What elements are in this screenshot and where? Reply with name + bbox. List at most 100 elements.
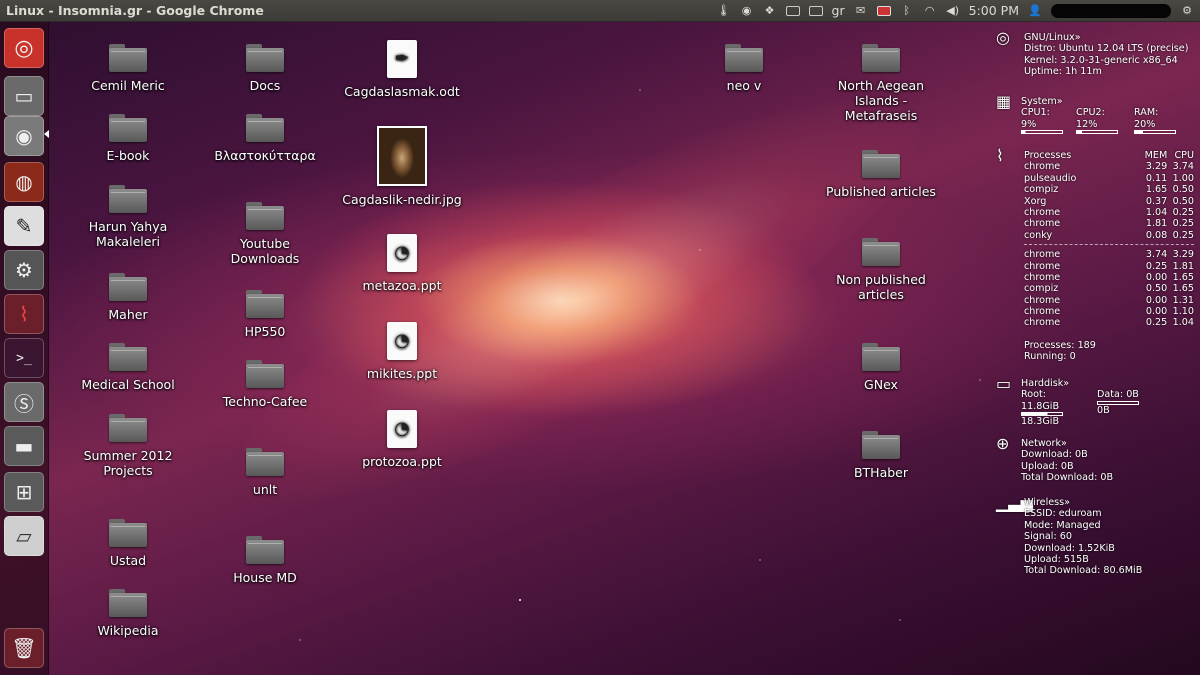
- settings-launcher-button[interactable]: ⚙: [4, 250, 44, 290]
- folder-icon: [862, 44, 900, 72]
- desktop-file-cagdaslik-nedir-jpg[interactable]: Cagdaslik-nedir.jpg: [342, 126, 462, 207]
- process-row: chrome 0.00 1.10: [1024, 306, 1194, 317]
- trash-launcher-button[interactable]: 🗑: [4, 628, 44, 668]
- ram-bar: [1134, 130, 1176, 135]
- gear-icon[interactable]: ⚙: [1180, 4, 1194, 17]
- folder-label: Βλαστοκύτταρα: [214, 148, 316, 163]
- chrome-icon: ◉: [15, 124, 33, 148]
- folder-icon: [109, 185, 147, 213]
- desktop-folder-maher[interactable]: Maher: [68, 273, 188, 322]
- volume-icon[interactable]: ◀): [946, 4, 960, 17]
- os-distro: Distro: Ubuntu 12.04 LTS (precise): [1024, 43, 1189, 55]
- dropbox-icon[interactable]: ❖: [763, 4, 777, 17]
- folder-label: Docs: [249, 78, 281, 93]
- wireless-signal: Signal: 60: [1024, 531, 1072, 543]
- desktop-file-cagdaslasmak-odt[interactable]: ✒ Cagdaslasmak.odt: [342, 40, 462, 99]
- process-mem: 1.04: [1145, 206, 1168, 218]
- terminal-launcher-button[interactable]: >_: [4, 338, 44, 378]
- bluetooth-icon[interactable]: ᛒ: [900, 4, 914, 17]
- desktop-file-metazoa-ppt[interactable]: ◔ metazoa.ppt: [342, 234, 462, 293]
- network-total: Total Download: 0B: [1021, 472, 1114, 484]
- desktop-folder-ustad[interactable]: Ustad: [68, 519, 188, 568]
- desktop-file-mikites-ppt[interactable]: ◔ mikites.ppt: [342, 322, 462, 381]
- drive-launcher-button[interactable]: ▱: [4, 516, 44, 556]
- process-row: chrome 0.00 1.65: [1024, 272, 1194, 283]
- desktop-folder-neo-v[interactable]: neo v: [684, 44, 804, 93]
- process-row: chrome 3.29 3.74: [1024, 161, 1194, 172]
- wifi-icon[interactable]: ◠: [923, 4, 937, 17]
- redacted-username[interactable]: [1051, 3, 1171, 18]
- network-manager-icon[interactable]: ◉: [740, 4, 754, 17]
- keyboard-layout-indicator[interactable]: gr: [832, 3, 845, 18]
- process-row: chrome 1.81 0.25: [1024, 218, 1194, 229]
- process-name: conky: [1024, 229, 1053, 241]
- wireless-download: Download: 1.52KiB: [1024, 542, 1115, 554]
- desktop-folder-published-articles[interactable]: Published articles: [821, 150, 941, 199]
- desktop-folder-e-book[interactable]: E-book: [68, 114, 188, 163]
- desktop-folder-cemil-meric[interactable]: Cemil Meric: [68, 44, 188, 93]
- active-app-indicator: [44, 130, 49, 138]
- process-cpu: 3.74: [1172, 161, 1194, 173]
- drive-icon[interactable]: [785, 5, 800, 17]
- desktop-folder-bthaber[interactable]: BTHaber: [821, 431, 941, 480]
- process-mem: 0.50: [1145, 283, 1168, 295]
- user-icon[interactable]: 👤: [1028, 4, 1042, 17]
- desktop-folder-north-aegean[interactable]: North Aegean Islands - Metafraseis: [821, 44, 941, 123]
- process-list-by-mem: chrome 3.29 3.74 pulseaudio 0.11 1.00 compiz 1.…: [1024, 161, 1194, 241]
- workspaces-launcher-button[interactable]: ⊞: [4, 472, 44, 512]
- folder-icon: [862, 238, 900, 266]
- desktop-folder-house-md[interactable]: House MD: [205, 536, 325, 585]
- root-label: Root: 11.8GiB: [1021, 389, 1060, 412]
- folder-label: Harun Yahya Makaleleri: [88, 219, 168, 249]
- disk-launcher-button[interactable]: ▬: [4, 426, 44, 466]
- folder-icon: [862, 150, 900, 178]
- mail-icon[interactable]: ✉: [854, 4, 868, 17]
- desktop-folder-youtube-downloads[interactable]: Youtube Downloads: [205, 202, 325, 266]
- firefox-launcher-button[interactable]: ◍: [4, 162, 44, 202]
- harddisk-title: Harddisk»: [1021, 378, 1070, 389]
- desktop-file-protozoa-ppt[interactable]: ◔ protozoa.ppt: [342, 410, 462, 469]
- os-kernel: Kernel: 3.2.0-31-generic x86_64: [1024, 54, 1178, 66]
- process-cpu: 0.25: [1172, 218, 1194, 230]
- desktop-folder-techno-cafee[interactable]: Techno-Cafee: [205, 360, 325, 409]
- os-title: GNU/Linux»: [1024, 32, 1081, 43]
- process-mem: 3.74: [1145, 249, 1168, 261]
- process-mem: 0.00: [1145, 271, 1168, 283]
- battery-icon[interactable]: [876, 5, 891, 17]
- ram-label: RAM: 20%: [1134, 107, 1159, 130]
- desktop-folder-summer-2012[interactable]: Summer 2012 Projects: [68, 414, 188, 478]
- desktop-folder-wikipedia[interactable]: Wikipedia: [68, 589, 188, 638]
- keyboard-icon[interactable]: [808, 5, 823, 17]
- ubuntu-logo-icon: ◎: [996, 28, 1010, 47]
- skype-launcher-button[interactable]: Ⓢ: [4, 382, 44, 422]
- desktop-folder-docs[interactable]: Docs: [205, 44, 325, 93]
- desktop-folder-gnex[interactable]: GNex: [821, 343, 941, 392]
- process-row: pulseaudio 0.11 1.00: [1024, 173, 1194, 184]
- clock[interactable]: 5:00 PM: [969, 3, 1019, 18]
- folder-icon: [109, 114, 147, 142]
- text-editor-launcher-button[interactable]: ✎: [4, 206, 44, 246]
- desktop-folder-non-published-articles[interactable]: Non published articles: [821, 238, 941, 302]
- process-row: compiz 1.65 0.50: [1024, 184, 1194, 195]
- folder-icon: [246, 448, 284, 476]
- chrome-launcher-button[interactable]: ◉: [4, 116, 44, 156]
- files-launcher-button[interactable]: ▭: [4, 76, 44, 116]
- desktop-folder-medical-school[interactable]: Medical School: [68, 343, 188, 392]
- desktop-folder-hp550[interactable]: HP550: [205, 290, 325, 339]
- data-total: 0B: [1097, 404, 1110, 416]
- process-name: chrome: [1024, 206, 1061, 218]
- dash-home-button[interactable]: ◎: [4, 28, 44, 68]
- system-monitor-launcher-button[interactable]: ⌇: [4, 294, 44, 334]
- gear-icon: ⚙: [15, 258, 33, 282]
- folder-label: Non published articles: [836, 272, 926, 302]
- thermometer-icon[interactable]: 🌡: [717, 4, 731, 17]
- desktop-folder-vlastokyttara[interactable]: Βλαστοκύτταρα: [205, 114, 325, 163]
- firefox-icon: ◍: [15, 170, 33, 194]
- desktop-folder-harun-yahya[interactable]: Harun Yahya Makaleleri: [68, 185, 188, 249]
- processes-total: Processes: 189: [1024, 339, 1096, 351]
- launcher: ◎ ▭ ◉ ◍ ✎ ⚙ ⌇ >_ Ⓢ ▬ ⊞ ▱ 🗑: [0, 22, 49, 675]
- desktop-folder-unlt[interactable]: unlt: [205, 448, 325, 497]
- process-name: chrome: [1024, 306, 1061, 318]
- cpu-header: CPU: [1174, 150, 1194, 161]
- disk-icon: ▬: [14, 434, 34, 458]
